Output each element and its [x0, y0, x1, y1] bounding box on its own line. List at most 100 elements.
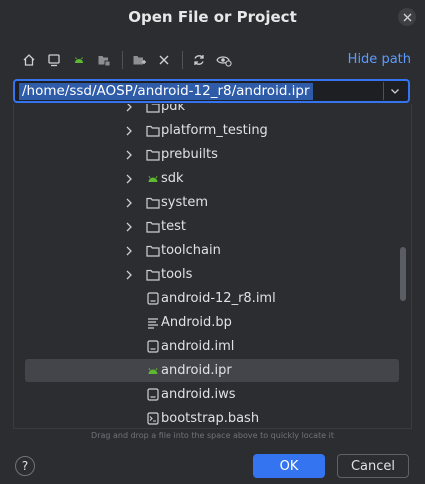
- expand-toggle[interactable]: [124, 126, 134, 136]
- drag-drop-hint: Drag and drop a file into the space abov…: [91, 431, 334, 440]
- tree-item-label: pdk: [161, 104, 186, 114]
- tree-item-label: tools: [161, 267, 193, 282]
- tree-item-icon: [145, 291, 161, 307]
- home-icon: [23, 54, 35, 66]
- expand-toggle[interactable]: [124, 150, 134, 160]
- chevron-right-icon: [126, 126, 132, 135]
- tree-item-label: prebuilts: [161, 147, 218, 162]
- chevron-right-icon: [126, 150, 132, 159]
- expand-toggle[interactable]: [124, 222, 134, 232]
- module-folder-icon: [98, 56, 111, 67]
- tree-item[interactable]: android-12_r8.iml: [25, 287, 399, 310]
- tree-item[interactable]: platform_testing: [25, 119, 399, 142]
- tree-item[interactable]: test: [25, 215, 399, 238]
- android-icon: [148, 175, 158, 182]
- tree-item-label: platform_testing: [161, 123, 268, 138]
- file-chooser-toolbar: [18, 49, 238, 71]
- toolbar-separator: [182, 51, 183, 69]
- module-file-icon: [147, 388, 159, 401]
- tree-item-label: android-12_r8.iml: [161, 291, 276, 306]
- tree-item-icon: [145, 363, 161, 379]
- tree-item-icon: [145, 171, 161, 187]
- tree-item[interactable]: android.ipr: [25, 359, 399, 382]
- home-button[interactable]: [18, 49, 40, 71]
- text-file-icon: [148, 317, 158, 329]
- tree-item-label: toolchain: [161, 243, 221, 258]
- tree-item-icon: [145, 147, 161, 163]
- expand-toggle[interactable]: [124, 270, 134, 280]
- tree-item-label: sdk: [161, 171, 184, 186]
- tree-item-label: Android.bp: [161, 315, 232, 330]
- tree-item[interactable]: toolchain: [25, 239, 399, 262]
- show-hidden-button[interactable]: [213, 49, 235, 71]
- expand-toggle[interactable]: [124, 104, 134, 112]
- path-history-dropdown[interactable]: [386, 82, 404, 100]
- delete-button[interactable]: [153, 49, 175, 71]
- tree-item-icon: [145, 195, 161, 211]
- chevron-right-icon: [126, 246, 132, 255]
- tree-item[interactable]: system: [25, 191, 399, 214]
- tree-item-label: android.iml: [161, 339, 235, 354]
- path-input[interactable]: /home/ssd/AOSP/android-12_r8/android.ipr: [13, 79, 410, 103]
- module-file-icon: [147, 292, 159, 305]
- chevron-right-icon: [126, 174, 132, 183]
- tree-item[interactable]: Android.bp: [25, 311, 399, 334]
- cancel-button[interactable]: Cancel: [337, 454, 409, 478]
- refresh-icon: [194, 55, 204, 65]
- tree-item[interactable]: android.iws: [25, 383, 399, 406]
- chevron-right-icon: [126, 270, 132, 279]
- path-input-value[interactable]: /home/ssd/AOSP/android-12_r8/android.ipr: [19, 83, 313, 100]
- dialog-title: Open File or Project: [128, 8, 297, 26]
- help-button[interactable]: ?: [15, 456, 35, 476]
- folder-icon: [146, 197, 160, 209]
- tree-item[interactable]: sdk: [25, 167, 399, 190]
- expand-toggle[interactable]: [124, 246, 134, 256]
- desktop-button[interactable]: [43, 49, 65, 71]
- chevron-down-icon: [391, 89, 399, 94]
- new-folder-icon: [133, 56, 146, 65]
- ok-button[interactable]: OK: [253, 454, 325, 478]
- tree-item-icon: [145, 219, 161, 235]
- project-button[interactable]: [68, 49, 90, 71]
- tree-item-label: android.ipr: [161, 363, 232, 378]
- folder-icon: [146, 104, 160, 113]
- new-folder-button[interactable]: [128, 49, 150, 71]
- tree-item[interactable]: bootstrap.bash: [25, 407, 399, 428]
- folder-icon: [146, 149, 160, 161]
- tree-item-label: test: [161, 219, 186, 234]
- desktop-icon: [48, 54, 60, 67]
- tree-item-label: system: [161, 195, 208, 210]
- tree-item-icon: [145, 104, 161, 115]
- module-file-icon: [147, 340, 159, 353]
- tree-item-label: bootstrap.bash: [161, 411, 260, 426]
- tree-item[interactable]: pdk: [25, 104, 399, 118]
- tree-item[interactable]: android.iml: [25, 335, 399, 358]
- show-hidden-icon: [216, 56, 232, 67]
- android-project-icon: [75, 57, 83, 63]
- expand-toggle[interactable]: [124, 198, 134, 208]
- refresh-button[interactable]: [188, 49, 210, 71]
- path-divider: [383, 82, 384, 100]
- tree-scrollbar[interactable]: [400, 247, 406, 301]
- chevron-right-icon: [126, 198, 132, 207]
- tree-item-icon: [145, 315, 161, 331]
- tree-item-icon: [145, 387, 161, 403]
- toolbar-separator: [122, 51, 123, 69]
- android-icon: [148, 367, 158, 374]
- close-button[interactable]: [398, 8, 416, 26]
- shell-file-icon: [147, 412, 159, 425]
- tree-item-icon: [145, 267, 161, 283]
- module-button[interactable]: [93, 49, 115, 71]
- tree-item-icon: [145, 243, 161, 259]
- chevron-right-icon: [126, 222, 132, 231]
- title-bar: Open File or Project: [0, 0, 425, 34]
- hide-path-link[interactable]: Hide path: [348, 52, 411, 67]
- tree-item[interactable]: tools: [25, 263, 399, 286]
- expand-toggle[interactable]: [124, 174, 134, 184]
- tree-item[interactable]: prebuilts: [25, 143, 399, 166]
- file-tree[interactable]: pdk platform_testing prebuilts sdk system tes…: [13, 104, 412, 429]
- folder-icon: [146, 125, 160, 137]
- folder-icon: [146, 245, 160, 257]
- tree-item-icon: [145, 123, 161, 139]
- folder-icon: [146, 269, 160, 281]
